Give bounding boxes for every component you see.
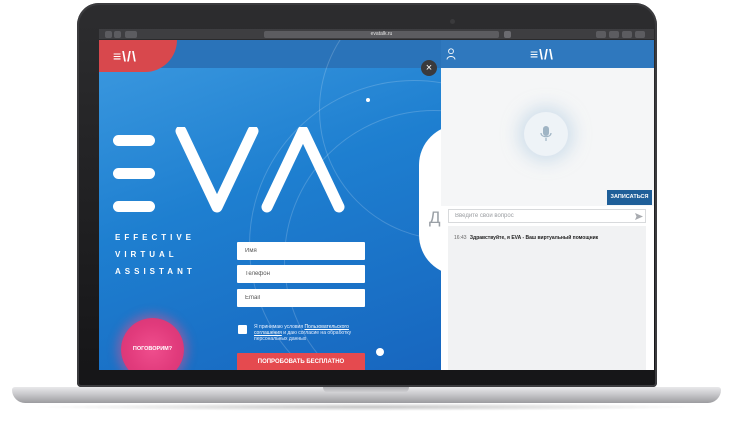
consent-text: Я принимаю условия Пользовательского сог… bbox=[254, 324, 366, 342]
message-time: 16:43 bbox=[454, 235, 467, 241]
forward-icon[interactable] bbox=[114, 31, 121, 38]
close-chat-button[interactable]: × bbox=[421, 60, 437, 76]
tagline-line: ASSISTANT bbox=[115, 267, 196, 276]
signup-button[interactable]: ЗАПИСАТЬСЯ bbox=[607, 190, 652, 205]
chat-message: 16:43 Здравствуйте, я EVA - Ваш виртуаль… bbox=[454, 235, 598, 241]
chat-panel: ≡\/\ ЗАПИСАТЬСЯ 16:43 Здравствуйте, я EV… bbox=[441, 40, 654, 370]
logo-bar bbox=[113, 135, 155, 146]
white-blob bbox=[419, 125, 441, 275]
new-tab-icon[interactable] bbox=[635, 31, 645, 38]
microphone-icon bbox=[540, 126, 552, 141]
screen: evatalk.ru ≡\/\ EFFECTIVE VIRTUAL ASSIST… bbox=[99, 29, 654, 370]
lets-talk-button[interactable]: ПОГОВОРИМ? bbox=[121, 318, 184, 370]
chat-logo: ≡\/\ bbox=[530, 46, 554, 62]
mic-button[interactable] bbox=[524, 112, 568, 156]
email-input[interactable] bbox=[237, 289, 365, 307]
chat-header: ≡\/\ bbox=[441, 40, 654, 68]
tabs-icon[interactable] bbox=[622, 31, 632, 38]
browser-toolbar: evatalk.ru bbox=[99, 29, 654, 40]
voice-area bbox=[441, 68, 654, 206]
phone-input[interactable] bbox=[237, 265, 365, 283]
landing-page: ≡\/\ EFFECTIVE VIRTUAL ASSISTANT Я прини… bbox=[99, 40, 441, 370]
logo-va-icon bbox=[175, 127, 345, 213]
sidebar-icon[interactable] bbox=[125, 31, 137, 38]
question-input[interactable] bbox=[448, 209, 646, 223]
name-input[interactable] bbox=[237, 242, 365, 260]
logo-bar bbox=[113, 168, 155, 179]
message-text: Здравствуйте, я EVA - Ваш виртуальный по… bbox=[469, 235, 599, 241]
message-list: 16:43 Здравствуйте, я EVA - Ваш виртуаль… bbox=[448, 226, 646, 370]
consent-checkbox[interactable] bbox=[238, 325, 247, 334]
address-bar[interactable]: evatalk.ru bbox=[264, 31, 499, 38]
extension-icon[interactable] bbox=[504, 31, 511, 38]
camera bbox=[450, 19, 455, 24]
blob-letter: Д bbox=[429, 208, 441, 227]
download-icon[interactable] bbox=[596, 31, 606, 38]
decor-dot bbox=[376, 348, 384, 356]
tagline-line: VIRTUAL bbox=[115, 250, 178, 259]
laptop-shadow bbox=[30, 403, 703, 411]
user-icon[interactable] bbox=[446, 48, 456, 60]
tagline-line: EFFECTIVE bbox=[115, 233, 196, 242]
logo-bar bbox=[113, 201, 155, 212]
try-free-button[interactable]: ПОПРОБОВАТЬ БЕСПЛАТНО bbox=[237, 353, 365, 370]
share-icon[interactable] bbox=[609, 31, 619, 38]
site-logo: ≡\/\ bbox=[113, 48, 137, 64]
send-icon[interactable] bbox=[635, 213, 643, 220]
decor-dot bbox=[366, 98, 370, 102]
back-icon[interactable] bbox=[105, 31, 112, 38]
laptop-notch bbox=[323, 387, 409, 393]
